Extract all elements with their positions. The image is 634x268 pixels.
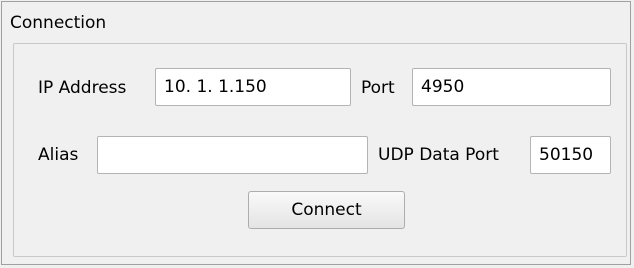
ip-address-label: IP Address — [38, 78, 127, 98]
port-input[interactable] — [412, 68, 611, 106]
alias-input[interactable] — [97, 136, 368, 174]
ip-address-input[interactable] — [155, 68, 351, 106]
connect-button[interactable]: Connect — [248, 191, 405, 229]
alias-label: Alias — [38, 145, 79, 165]
udp-data-port-label: UDP Data Port — [378, 145, 499, 165]
udp-data-port-input[interactable] — [530, 136, 611, 174]
port-label: Port — [361, 78, 395, 98]
group-title: Connection — [10, 13, 107, 33]
